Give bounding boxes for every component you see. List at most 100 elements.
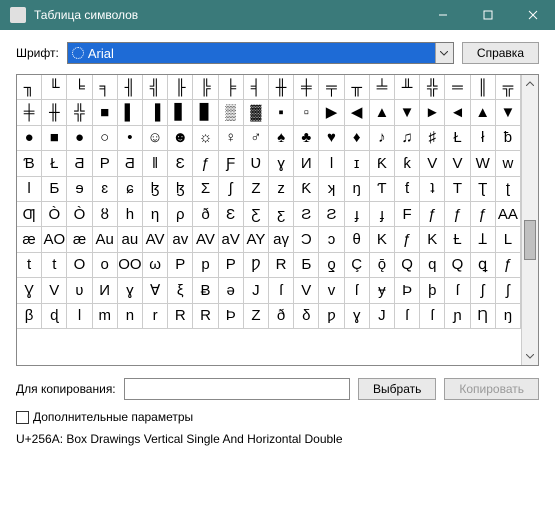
char-cell[interactable]: r: [143, 304, 168, 329]
char-cell[interactable]: O: [67, 253, 92, 278]
char-cell[interactable]: ╦: [496, 75, 521, 100]
char-cell[interactable]: L: [496, 227, 521, 252]
char-cell[interactable]: ►: [420, 100, 445, 125]
char-cell[interactable]: ǝ: [219, 278, 244, 303]
scroll-track[interactable]: [522, 92, 538, 348]
char-cell[interactable]: K: [370, 227, 395, 252]
char-cell[interactable]: Ò: [42, 202, 67, 227]
char-cell[interactable]: AV: [143, 227, 168, 252]
char-cell[interactable]: δ: [294, 304, 319, 329]
char-cell[interactable]: Ɓ: [17, 151, 42, 176]
char-cell[interactable]: ☻: [168, 126, 193, 151]
char-cell[interactable]: t: [17, 253, 42, 278]
char-cell[interactable]: ŋ: [345, 177, 370, 202]
char-cell[interactable]: Z: [244, 304, 269, 329]
char-cell[interactable]: þ: [420, 278, 445, 303]
advanced-checkbox[interactable]: [16, 411, 29, 424]
char-cell[interactable]: ƙ: [395, 151, 420, 176]
char-cell[interactable]: ɮ: [168, 177, 193, 202]
char-cell[interactable]: Ɛ: [168, 151, 193, 176]
char-cell[interactable]: ɖ: [42, 304, 67, 329]
char-cell[interactable]: ▌: [118, 100, 143, 125]
char-cell[interactable]: ╞: [219, 75, 244, 100]
char-cell[interactable]: Ƞ: [471, 304, 496, 329]
char-cell[interactable]: J: [244, 278, 269, 303]
char-cell[interactable]: ♦: [345, 126, 370, 151]
char-cell[interactable]: R: [168, 304, 193, 329]
char-cell[interactable]: β: [17, 304, 42, 329]
char-cell[interactable]: ▲: [370, 100, 395, 125]
char-cell[interactable]: V: [420, 151, 445, 176]
char-cell[interactable]: ♣: [294, 126, 319, 151]
char-cell[interactable]: R: [269, 253, 294, 278]
char-cell[interactable]: ƒ: [496, 253, 521, 278]
char-cell[interactable]: P: [93, 151, 118, 176]
char-cell[interactable]: Ƨ: [319, 202, 344, 227]
char-cell[interactable]: ╬: [420, 75, 445, 100]
char-cell[interactable]: ſ: [395, 304, 420, 329]
char-cell[interactable]: ◄: [445, 100, 470, 125]
char-cell[interactable]: Ʈ: [471, 177, 496, 202]
char-cell[interactable]: Ƣ: [17, 202, 42, 227]
char-cell[interactable]: Ƙ: [294, 177, 319, 202]
char-cell[interactable]: ɟ: [370, 202, 395, 227]
help-button[interactable]: Справка: [462, 42, 539, 64]
char-cell[interactable]: ǭ: [370, 253, 395, 278]
char-cell[interactable]: Ƭ: [370, 177, 395, 202]
char-cell[interactable]: ǀ: [17, 177, 42, 202]
char-cell[interactable]: ð: [269, 304, 294, 329]
char-cell[interactable]: ╡: [244, 75, 269, 100]
minimize-button[interactable]: [420, 0, 465, 30]
char-cell[interactable]: aV: [219, 227, 244, 252]
char-cell[interactable]: Ƨ: [294, 202, 319, 227]
char-cell[interactable]: Au: [93, 227, 118, 252]
char-cell[interactable]: ƀ: [496, 126, 521, 151]
char-cell[interactable]: ╟: [168, 75, 193, 100]
char-cell[interactable]: ▼: [496, 100, 521, 125]
char-cell[interactable]: ╨: [395, 75, 420, 100]
char-cell[interactable]: æ: [17, 227, 42, 252]
char-cell[interactable]: ð: [193, 202, 218, 227]
char-cell[interactable]: AO: [42, 227, 67, 252]
char-cell[interactable]: Ɛ: [219, 202, 244, 227]
char-cell[interactable]: ſ: [269, 278, 294, 303]
copy-button[interactable]: Копировать: [444, 378, 539, 400]
char-cell[interactable]: Ł: [445, 126, 470, 151]
char-cell[interactable]: ▐: [143, 100, 168, 125]
char-cell[interactable]: Ƙ: [370, 151, 395, 176]
char-cell[interactable]: ▶: [319, 100, 344, 125]
char-cell[interactable]: ʞ: [319, 177, 344, 202]
char-cell[interactable]: OO: [118, 253, 143, 278]
char-cell[interactable]: ▫: [294, 100, 319, 125]
char-cell[interactable]: ▼: [395, 100, 420, 125]
char-cell[interactable]: aγ: [269, 227, 294, 252]
char-cell[interactable]: ╪: [17, 100, 42, 125]
char-cell[interactable]: ●: [17, 126, 42, 151]
char-cell[interactable]: Ƃ: [42, 177, 67, 202]
char-cell[interactable]: K: [420, 227, 445, 252]
char-cell[interactable]: ♀: [219, 126, 244, 151]
char-cell[interactable]: P: [219, 253, 244, 278]
char-cell[interactable]: ╥: [345, 75, 370, 100]
char-cell[interactable]: ʃ: [496, 278, 521, 303]
char-cell[interactable]: ʈ: [496, 177, 521, 202]
char-cell[interactable]: ╖: [17, 75, 42, 100]
char-cell[interactable]: o: [93, 253, 118, 278]
char-cell[interactable]: R: [193, 304, 218, 329]
char-cell[interactable]: ƭ: [395, 177, 420, 202]
char-cell[interactable]: V: [42, 278, 67, 303]
char-cell[interactable]: AV: [193, 227, 218, 252]
font-select[interactable]: Arial: [67, 42, 454, 64]
char-cell[interactable]: ɣ: [118, 278, 143, 303]
char-cell[interactable]: ▒: [219, 100, 244, 125]
char-cell[interactable]: z: [269, 177, 294, 202]
char-cell[interactable]: ȣ: [93, 202, 118, 227]
grid-scrollbar[interactable]: [521, 75, 538, 365]
char-cell[interactable]: ▓: [244, 100, 269, 125]
char-cell[interactable]: ƒ: [445, 202, 470, 227]
char-cell[interactable]: ╪: [294, 75, 319, 100]
char-cell[interactable]: Ƃ: [294, 253, 319, 278]
char-cell[interactable]: ☼: [193, 126, 218, 151]
char-cell[interactable]: ╧: [370, 75, 395, 100]
char-cell[interactable]: ρ: [168, 202, 193, 227]
